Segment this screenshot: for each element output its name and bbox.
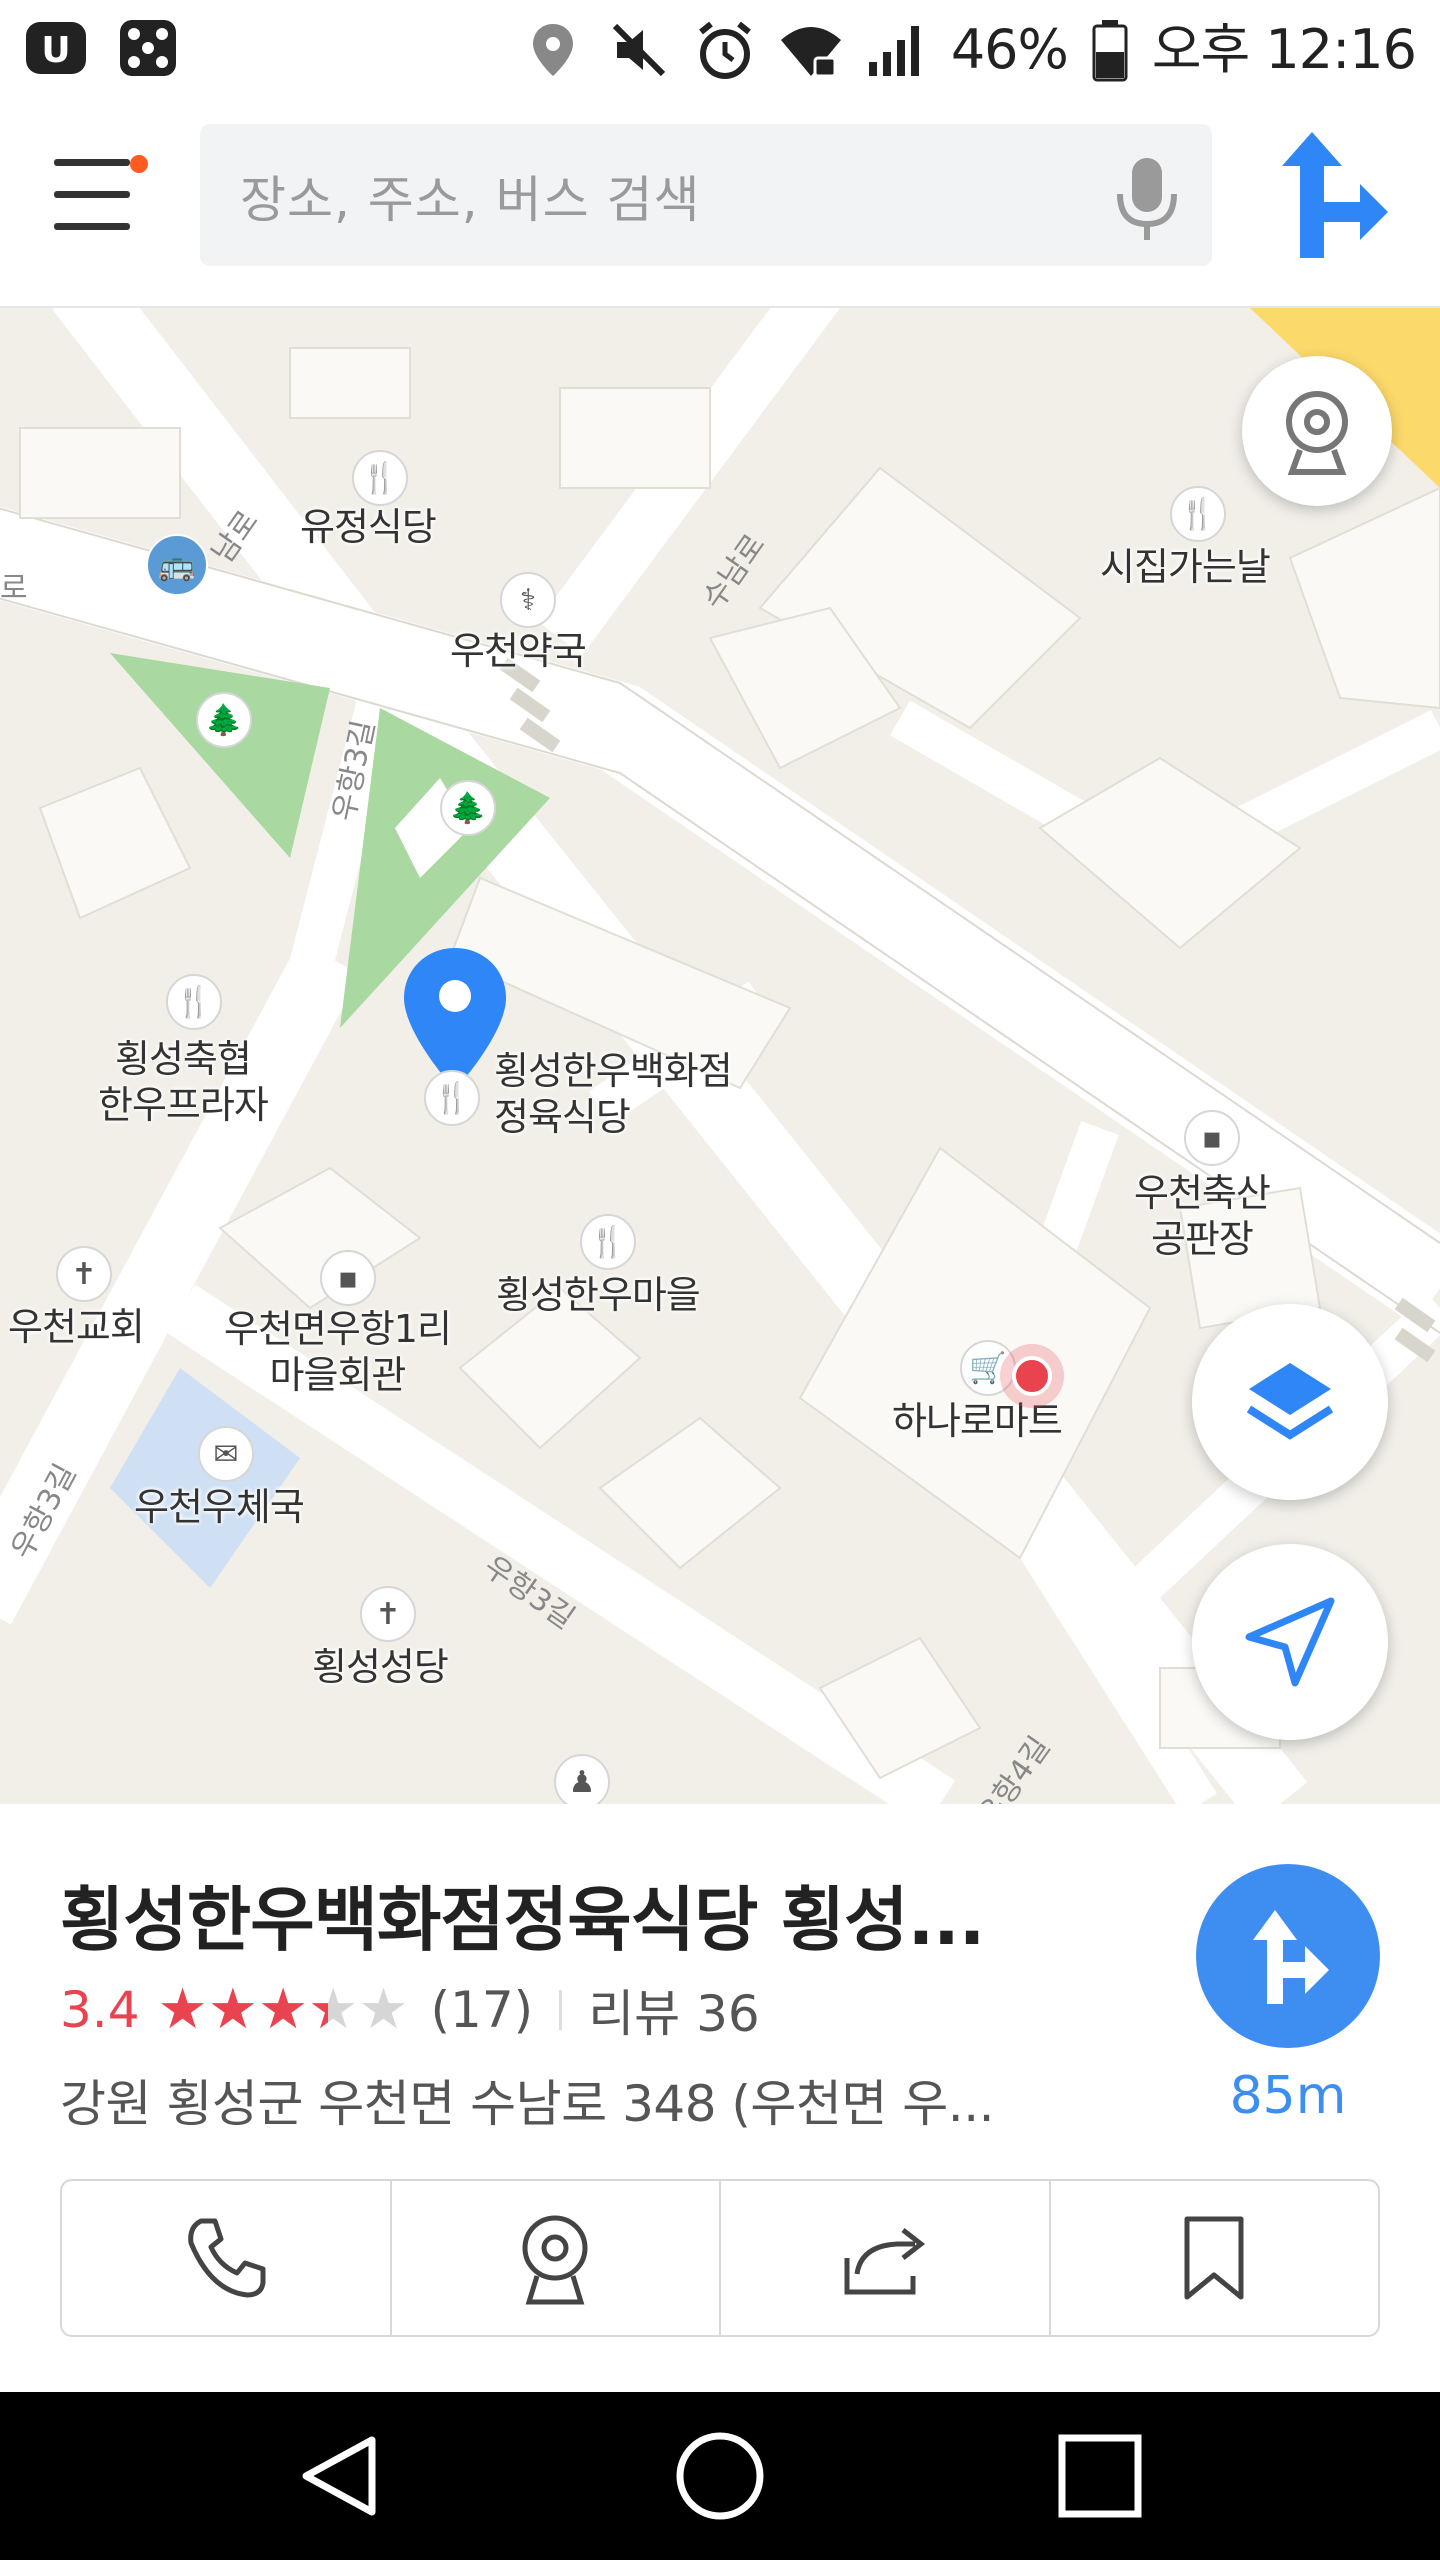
street-view-action-button[interactable] (392, 2181, 721, 2335)
map-building (559, 387, 711, 489)
status-bar: U 46% 오후 12:16 (0, 0, 1440, 100)
pharmacy-icon[interactable]: ⚕ (500, 572, 556, 628)
mute-icon (612, 23, 665, 77)
star-icon: ★ (257, 1977, 309, 2042)
bookmark-icon (1184, 2216, 1244, 2300)
place-label[interactable]: 유정식당 (300, 504, 437, 550)
rating-row[interactable]: 3.4 ★ ★ ★ ★ ★ (17) 리뷰 36 (60, 1974, 760, 2046)
uplus-icon: U (26, 22, 86, 74)
rating-score: 3.4 (60, 1981, 140, 2039)
menu-line (54, 159, 130, 166)
map-building (19, 427, 181, 519)
place-address: 강원 횡성군 우천면 수남로 348 (우천면 우... (60, 2075, 994, 2133)
current-location-dot (1012, 1356, 1052, 1396)
menu-line (54, 191, 130, 198)
alarm-icon (698, 21, 751, 79)
place-label[interactable]: 우천우체국 (134, 1484, 305, 1530)
notification-dot (130, 155, 148, 173)
phone-icon (187, 2218, 266, 2298)
selected-place-label[interactable]: 횡성한우백화점 정육식당 (494, 1048, 733, 1140)
star-icon: ★ (157, 1977, 208, 2042)
top-search-bar: 장소, 주소, 버스 검색 (0, 100, 1440, 308)
church-icon[interactable]: ✝ (56, 1246, 112, 1302)
building-icon[interactable]: ▪ (320, 1250, 376, 1306)
reviews-link[interactable]: 리뷰 36 (588, 1974, 760, 2046)
battery-icon (1092, 20, 1128, 82)
review-count: (17) (430, 1981, 534, 2039)
divider (559, 1990, 563, 2030)
location-icon (532, 24, 573, 76)
save-button[interactable] (1051, 2181, 1379, 2335)
map-view[interactable]: 수남로 우항3길 우항3길 우항3길 우항4길 로 남로 🚌 🍴 유정식당 ⚕ … (0, 308, 1440, 1804)
restaurant-icon[interactable]: 🍴 (166, 974, 222, 1030)
post-office-icon[interactable]: ✉ (198, 1426, 254, 1482)
menu-button[interactable] (50, 155, 148, 245)
star-icon: ★ (207, 1977, 258, 2042)
navigation-arrow-icon (1245, 1597, 1335, 1687)
distance-label: 85m (1229, 2066, 1347, 2126)
layers-icon (1246, 1363, 1334, 1440)
building-icon[interactable]: ▪ (1184, 1110, 1240, 1166)
church-icon[interactable]: ✝ (360, 1586, 416, 1642)
dice-icon (120, 20, 176, 76)
search-placeholder: 장소, 주소, 버스 검색 (240, 171, 701, 229)
signal-icon (868, 26, 919, 76)
street-view-button[interactable] (1242, 356, 1392, 506)
svg-text:U: U (41, 30, 70, 71)
place-info-card[interactable]: 횡성한우백화점정육식당 횡성... 3.4 ★ ★ ★ ★ ★ (17) 리뷰 36 강… (0, 1804, 1440, 2392)
home-icon[interactable] (670, 2426, 770, 2526)
restaurant-icon[interactable]: 🍴 (580, 1214, 636, 1270)
park-icon: 🌲 (440, 780, 496, 836)
restaurant-icon[interactable]: 🍴 (1170, 486, 1226, 542)
microphone-icon[interactable] (1112, 154, 1182, 244)
street-view-icon (1286, 391, 1348, 475)
android-nav-bar (0, 2392, 1440, 2560)
star-rating: ★ ★ ★ ★ ★ (158, 1982, 409, 2038)
star-icon: ★ (308, 1977, 359, 2042)
place-label[interactable]: 횡성성당 (312, 1644, 449, 1690)
restaurant-icon[interactable]: 🍴 (352, 450, 408, 506)
restaurant-icon[interactable]: 🍴 (424, 1070, 480, 1126)
park-icon: 🌲 (196, 692, 252, 748)
place-label[interactable]: 우천교회 (8, 1304, 145, 1350)
directions-button[interactable] (1270, 130, 1390, 260)
status-time: 오후 12:16 (1151, 18, 1417, 81)
road-label: 로 (0, 571, 28, 606)
directions-circle-button[interactable] (1196, 1864, 1380, 2048)
share-icon (844, 2228, 925, 2295)
place-label[interactable]: 시집가는날 (1100, 544, 1271, 590)
my-location-button[interactable] (1192, 1544, 1388, 1740)
place-label[interactable]: 우천면우항1리 마을회관 (224, 1306, 452, 1398)
directions-icon (1253, 1910, 1329, 2004)
map-building (289, 347, 411, 419)
menu-line (54, 223, 130, 230)
search-input[interactable]: 장소, 주소, 버스 검색 (200, 124, 1212, 266)
place-title[interactable]: 횡성한우백화점정육식당 횡성... (60, 1864, 985, 1965)
call-button[interactable] (62, 2181, 392, 2335)
battery-percent: 46% (950, 18, 1069, 81)
back-icon[interactable] (290, 2426, 390, 2526)
share-button[interactable] (721, 2181, 1051, 2335)
wifi-icon (780, 27, 841, 78)
layers-button[interactable] (1192, 1304, 1388, 1500)
recents-icon[interactable] (1050, 2426, 1150, 2526)
place-label[interactable]: 횡성한우마을 (496, 1272, 701, 1318)
action-bar (60, 2179, 1380, 2337)
bus-stop-icon[interactable]: 🚌 (146, 534, 208, 596)
star-icon: ★ (358, 1977, 409, 2042)
place-label[interactable]: 횡성축협 한우프라자 (98, 1036, 269, 1128)
street-view-icon (522, 2215, 588, 2305)
place-label[interactable]: 우천약국 (450, 628, 587, 674)
place-label[interactable]: 우천축산 공판장 (1134, 1170, 1271, 1262)
status-right: 46% 오후 12:16 (521, 10, 1417, 90)
status-left: U (24, 16, 180, 80)
facility-icon[interactable]: ♟ (554, 1754, 610, 1804)
